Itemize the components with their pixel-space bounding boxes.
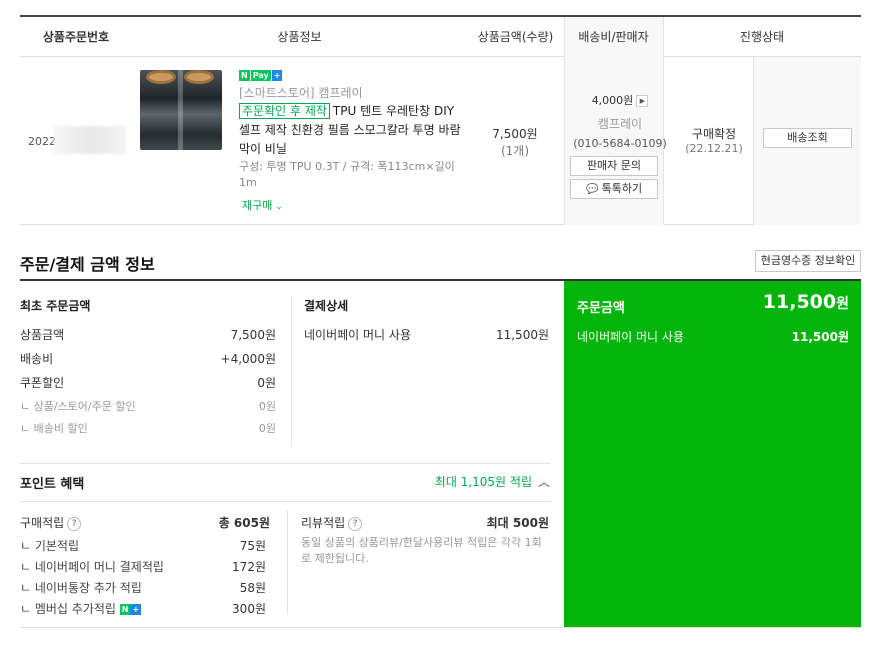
talktalk-button[interactable]: 💬 톡톡하기 [570,179,658,199]
chevron-up-icon: ︿ [537,475,550,489]
chevron-down-icon: ⌄ [272,202,283,212]
label-product-amount: 상품금액 [20,328,65,342]
review-points-title: 리뷰적립? [301,514,363,531]
plus-icon: + [130,604,142,615]
order-total-panel: 주문금액 11,500원 네이버페이 머니 사용 11,500원 [564,281,861,628]
label-coupon: 쿠폰할인 [20,376,65,390]
seller-phone: (010-5684-0109) [573,137,667,150]
review-points-max: 최대 500원 [486,516,549,530]
value-shipping: +4,000원 [220,352,276,366]
header-product: 상품정보 [277,30,322,44]
bottom-border [20,627,861,628]
value-membership-points: 300원 [232,602,266,616]
value-basic-points: 75원 [239,539,266,553]
payment-detail-title: 결제상세 [304,299,349,313]
header-amount: 상품금액(수량) [477,30,554,44]
npay-icon: N Pay + [239,70,283,81]
header-order-no: 상품주문번호 [42,30,110,44]
label-npay-points: ㄴ 네이버페이 머니 결제적립 [20,560,164,574]
chat-bubble-icon: 💬 [585,184,602,195]
order-row: 202212 N Pay + [스마트스토어] 캠프레이 주문확인 후 제작 TPU … [20,57,861,225]
value-product-amount: 7,500원 [230,328,276,342]
label-account-points: ㄴ 네이버통장 추가 적립 [20,581,142,595]
store-name[interactable]: [스마트스토어] 캠프레이 [239,84,363,101]
review-points-note: 동일 상품의 상품리뷰/한달사용리뷰 적립은 각각 1회로 제한됩니다. [301,536,542,565]
made-to-order-tag: 주문확인 후 제작 [239,103,330,119]
value-shipping-discount: 0원 [258,422,276,435]
seller-name: 캠프레이 [597,117,643,131]
help-icon[interactable]: ? [348,517,363,531]
order-status: 구매확정 [691,127,737,141]
points-max-toggle[interactable]: 최대 1,105원 적립 ︿ [400,473,550,490]
cash-receipt-button[interactable]: 현금영수증 정보확인 [755,250,861,272]
value-coupon: 0원 [257,376,276,390]
value-store-discount: 0원 [258,400,276,413]
npay-icon: N [119,604,131,615]
product-title[interactable]: 주문확인 후 제작 TPU 텐트 우레탄창 DIY 셀프 제작 친환경 필름 스모… [239,102,461,159]
label-membership-points: ㄴ 멤버십 추가적립 N + [20,602,142,616]
order-total-label: 주문금액 [577,301,625,316]
points-title: 포인트 혜택 [20,477,85,492]
rebuy-link[interactable]: 재구매 ⌄ [242,197,283,213]
track-delivery-button[interactable]: 배송조회 [763,128,852,148]
label-npay-money: 네이버페이 머니 사용 [304,328,411,342]
order-table-header: 상품주문번호 상품정보 상품금액(수량) 배송비/판매자 진행상태 [20,17,861,57]
column-divider [291,296,292,446]
payment-section-title: 주문/결제 금액 정보 [20,255,155,274]
help-icon[interactable]: ? [67,517,82,531]
value-account-points: 58원 [239,581,266,595]
product-thumbnail[interactable] [140,70,222,150]
label-shipping-discount: ㄴ 배송비 할인 [20,422,88,435]
status-date: (22.12.21) [685,142,743,155]
purchase-points-title: 구매적립? [20,514,82,531]
initial-amount-title: 최초 주문금액 [20,299,91,313]
summary-npay-value: 11,500원 [791,330,849,344]
points-column-divider [287,510,288,615]
shipping-fee: 4,000원 ▶ [570,92,670,108]
product-price: 7,500원 [492,127,538,141]
purchase-points-total: 총 605원 [218,516,270,530]
label-basic-points: ㄴ 기본적립 [20,539,80,553]
play-arrow-icon[interactable]: ▶ [636,95,649,107]
product-option: 구성: 투명 TPU 0.3T / 규격: 폭113cm×길이1m [239,160,455,189]
product-qty: (1개) [500,144,530,158]
summary-npay-label: 네이버페이 머니 사용 [577,330,684,344]
value-npay-money: 11,500원 [495,328,549,342]
label-shipping: 배송비 [20,352,54,366]
seller-inquiry-button[interactable]: 판매자 문의 [570,156,658,176]
order-total-amount: 11,500원 [762,291,849,313]
redacted-order-number [54,126,126,154]
header-shipping: 배송비/판매자 [564,17,663,57]
value-npay-points: 172원 [232,560,266,574]
header-status: 진행상태 [739,30,785,44]
label-store-discount: ㄴ 상품/스토어/주문 할인 [20,400,136,413]
